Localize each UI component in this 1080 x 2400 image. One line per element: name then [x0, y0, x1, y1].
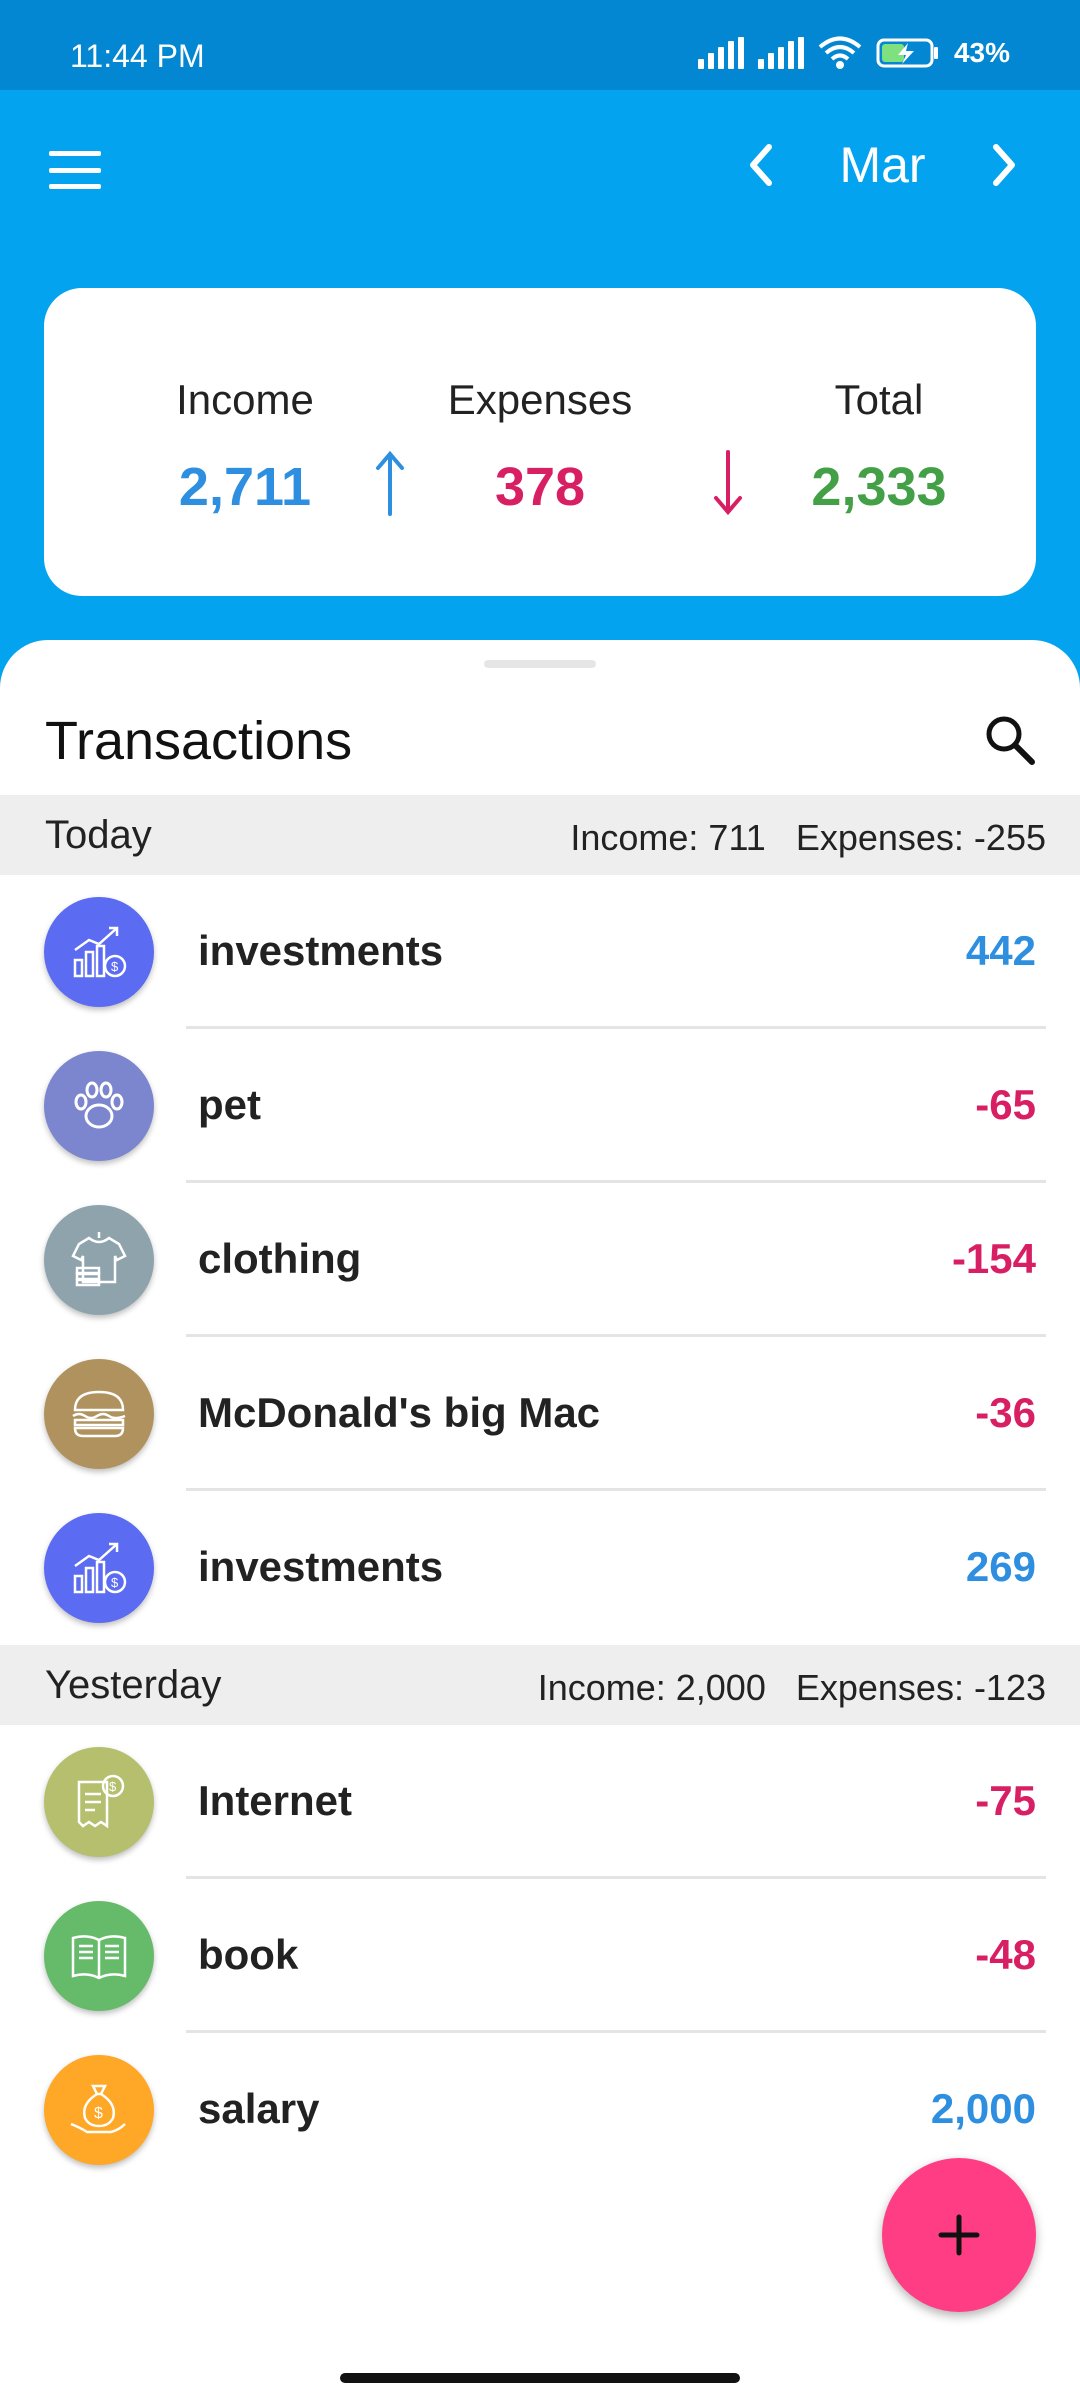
day-totals: Income: 2,000 Expenses: -123 [537, 1667, 1046, 1708]
transaction-name: investments [198, 927, 444, 974]
day-name: Yesterday [45, 1663, 222, 1707]
svg-text:$: $ [111, 1575, 119, 1590]
day-header-today: Today Income: 711 Expenses: -255 [0, 795, 1080, 875]
money-bag-icon: $ [44, 2055, 154, 2165]
signal-icon [697, 37, 744, 69]
drag-handle[interactable] [484, 660, 596, 668]
bill-icon: $ [44, 1747, 154, 1857]
add-transaction-button[interactable] [882, 2158, 1036, 2312]
transaction-amount: -36 [975, 1389, 1036, 1436]
arrow-down-icon [714, 450, 742, 516]
summary-card: Income 2,711 Expenses 378 Total 2,333 [44, 288, 1036, 596]
transaction-name: investments [198, 1543, 444, 1590]
chevron-left-icon [750, 144, 772, 186]
search-button[interactable] [980, 710, 1040, 770]
svg-text:$: $ [111, 959, 119, 974]
expenses-label: Expenses [447, 376, 633, 423]
month-label: Mar [839, 137, 926, 193]
day-name: Today [45, 813, 152, 857]
wifi-icon [818, 36, 862, 69]
transaction-amount: -154 [951, 1235, 1036, 1282]
shirt-icon [44, 1205, 154, 1315]
transaction-row[interactable]: pet -65 [0, 1029, 1080, 1183]
transaction-row[interactable]: $ investments 269 [0, 1491, 1080, 1645]
transaction-amount: -65 [975, 1081, 1036, 1128]
home-indicator[interactable] [340, 2373, 740, 2383]
status-time: 11:44 PM [70, 38, 205, 74]
transaction-row[interactable]: clothing -154 [0, 1183, 1080, 1337]
transaction-name: McDonald's big Mac [198, 1389, 601, 1436]
total-label: Total [834, 376, 924, 423]
transaction-amount: 269 [965, 1543, 1036, 1590]
battery-icon [876, 38, 938, 68]
transaction-amount: -48 [975, 1931, 1036, 1978]
total-value: 2,333 [811, 457, 947, 517]
book-icon [44, 1901, 154, 2011]
menu-button[interactable] [45, 145, 105, 195]
previous-month-button[interactable] [730, 135, 790, 195]
transaction-row[interactable]: $ Internet -75 [0, 1725, 1080, 1879]
day-totals: Income: 711 Expenses: -255 [570, 817, 1046, 858]
svg-text:$: $ [94, 2105, 103, 2122]
next-month-button[interactable] [975, 135, 1035, 195]
transaction-amount: 2,000 [930, 2085, 1036, 2132]
status-icons: 43% [697, 36, 1010, 70]
svg-text:$: $ [109, 1779, 117, 1794]
transactions-sheet: Transactions Today Income: 711 Expenses:… [0, 640, 1080, 2400]
investments-icon: $ [44, 897, 154, 1007]
status-bar: 11:44 PM 43% [0, 0, 1080, 90]
expenses-value: 378 [494, 457, 586, 517]
transaction-name: pet [198, 1081, 261, 1128]
transaction-name: Internet [198, 1777, 353, 1824]
burger-icon [44, 1359, 154, 1469]
search-icon [986, 716, 1035, 765]
transaction-name: clothing [198, 1235, 362, 1282]
transaction-row[interactable]: $ salary 2,000 [0, 2033, 1080, 2187]
income-value: 2,711 [178, 457, 312, 517]
income-label: Income [176, 376, 314, 423]
transaction-name: salary [198, 2085, 320, 2132]
transaction-amount: 442 [965, 927, 1036, 974]
transaction-row[interactable]: $ investments 442 [0, 875, 1080, 1029]
chevron-right-icon [993, 144, 1015, 186]
paw-icon [44, 1051, 154, 1161]
plus-icon [938, 2214, 980, 2256]
signal-icon-2 [757, 37, 804, 69]
transaction-row[interactable]: McDonald's big Mac -36 [0, 1337, 1080, 1491]
transaction-amount: -75 [975, 1777, 1036, 1824]
day-header-yesterday: Yesterday Income: 2,000 Expenses: -123 [0, 1645, 1080, 1725]
app-bar: Mar [0, 90, 1080, 245]
investments-icon: $ [44, 1513, 154, 1623]
transaction-row[interactable]: book -48 [0, 1879, 1080, 2033]
transaction-name: book [198, 1931, 299, 1978]
transactions-title: Transactions [45, 711, 353, 771]
battery-percent: 43% [953, 37, 1010, 68]
arrow-up-icon [376, 450, 404, 516]
